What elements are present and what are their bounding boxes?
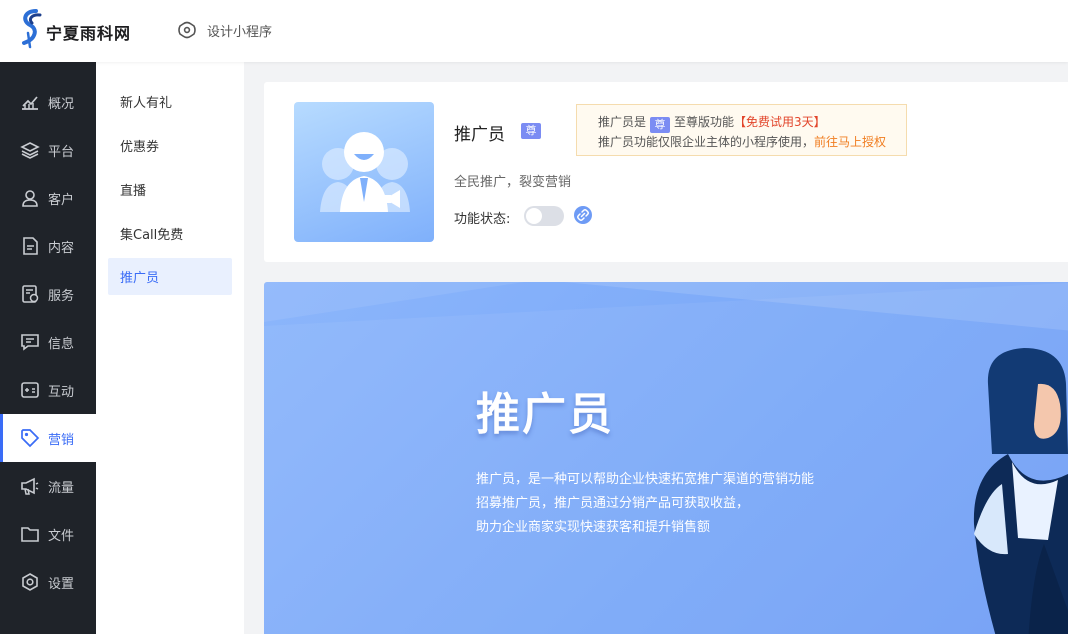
submenu-label: 集Call免费 xyxy=(120,228,184,243)
nav-label: 设置 xyxy=(48,576,75,592)
status-label: 功能状态: xyxy=(454,212,511,227)
feature-status-toggle[interactable] xyxy=(524,206,564,226)
submenu-label: 新人有礼 xyxy=(120,96,173,111)
notice-restriction-text: 推广员功能仅限企业主体的小程序使用， xyxy=(598,135,815,149)
nav-item-marketing[interactable]: 营销 xyxy=(0,414,96,462)
submenu-item-new-user-gift[interactable]: 新人有礼 xyxy=(108,83,232,120)
submenu-label: 推广员 xyxy=(120,271,160,286)
main-nav: 概况 平台 客户 内容 服务 信息 互动 营销 流量 文件 设置 xyxy=(0,62,96,634)
marketing-submenu: 新人有礼 优惠券 直播 集Call免费 推广员 xyxy=(96,62,244,634)
settings-icon xyxy=(22,573,38,591)
submenu-item-promoter[interactable]: 推广员 xyxy=(108,258,232,295)
nav-item-service[interactable]: 服务 xyxy=(0,270,96,318)
logo-icon xyxy=(22,9,42,49)
submenu-label: 优惠券 xyxy=(120,140,160,155)
design-mini-program-button[interactable]: 设计小程序 xyxy=(177,18,272,42)
notice-edition-text: 至尊版功能 xyxy=(674,115,735,129)
nav-label: 内容 xyxy=(48,240,75,256)
notice-premium-badge: 尊 xyxy=(650,117,671,133)
message-icon xyxy=(21,334,39,351)
megaphone-icon xyxy=(21,477,39,495)
submenu-item-collect-call[interactable]: 集Call免费 xyxy=(108,215,232,252)
banner-line-2: 招募推广员，推广员通过分销产品可获取收益， xyxy=(476,496,750,511)
feature-description: 全民推广，裂变营销 xyxy=(454,175,572,190)
businesswoman-illustration xyxy=(973,348,1068,634)
submenu-label: 直播 xyxy=(120,184,147,199)
design-mini-program-label: 设计小程序 xyxy=(207,24,273,40)
nav-item-customers[interactable]: 客户 xyxy=(0,174,96,222)
nav-label: 信息 xyxy=(48,336,75,352)
nav-item-traffic[interactable]: 流量 xyxy=(0,462,96,510)
nav-label: 概况 xyxy=(48,96,75,112)
nav-label: 服务 xyxy=(48,288,75,304)
notice-line-2: 推广员功能仅限企业主体的小程序使用，前往马上授权 xyxy=(598,133,906,151)
banner-background-shapes xyxy=(264,282,1068,634)
nav-label: 流量 xyxy=(48,480,75,496)
notice-line-1: 推广员是尊至尊版功能【免费试用3天】 xyxy=(598,113,906,133)
nav-label: 平台 xyxy=(48,144,75,160)
banner-line-1: 推广员，是一种可以帮助企业快速拓宽推广渠道的营销功能 xyxy=(476,472,815,487)
interaction-icon xyxy=(21,382,39,398)
nav-label: 文件 xyxy=(48,528,75,544)
feature-card: 推广员 尊 全民推广，裂变营销 功能状态: 推广员是尊至尊版功能【免费试用3天】… xyxy=(264,82,1068,262)
promoter-figure-icon xyxy=(320,132,410,212)
premium-notice: 推广员是尊至尊版功能【免费试用3天】 推广员功能仅限企业主体的小程序使用，前往马… xyxy=(576,104,907,156)
nav-item-content[interactable]: 内容 xyxy=(0,222,96,270)
authorize-link[interactable]: 前往马上授权 xyxy=(814,135,886,149)
promoter-banner: 推广员 推广员，是一种可以帮助企业快速拓宽推广渠道的营销功能 招募推广员，推广员… xyxy=(264,282,1068,634)
nav-label: 营销 xyxy=(48,432,75,448)
promoter-illustration xyxy=(294,102,434,242)
nav-label: 互动 xyxy=(48,384,75,400)
nav-item-platform[interactable]: 平台 xyxy=(0,126,96,174)
banner-title: 推广员 xyxy=(476,389,614,440)
logo-text: 宁夏雨科网 xyxy=(46,24,132,43)
submenu-item-coupons[interactable]: 优惠券 xyxy=(108,127,232,164)
folder-icon xyxy=(21,527,39,542)
tag-icon xyxy=(21,429,40,448)
notice-prefix: 推广员是 xyxy=(598,115,647,129)
layers-icon xyxy=(20,142,40,159)
chart-icon xyxy=(22,96,38,110)
submenu-item-live[interactable]: 直播 xyxy=(108,171,232,208)
premium-badge: 尊 xyxy=(521,123,541,139)
top-bar: 宁夏雨科网 设计小程序 xyxy=(0,0,1068,62)
user-icon xyxy=(22,190,38,207)
banner-line-3: 助力企业商家实现快速获客和提升销售额 xyxy=(476,520,711,535)
link-icon[interactable] xyxy=(574,206,592,224)
free-trial-text[interactable]: 【免费试用3天】 xyxy=(734,115,826,129)
nav-item-messages[interactable]: 信息 xyxy=(0,318,96,366)
document-icon xyxy=(23,237,38,255)
mini-program-icon xyxy=(178,21,196,39)
feature-title: 推广员 xyxy=(454,125,505,145)
service-icon xyxy=(22,285,39,303)
nav-item-settings[interactable]: 设置 xyxy=(0,558,96,606)
nav-item-interaction[interactable]: 互动 xyxy=(0,366,96,414)
nav-item-files[interactable]: 文件 xyxy=(0,510,96,558)
chain-link-icon xyxy=(577,209,589,221)
logo[interactable]: 宁夏雨科网 xyxy=(18,9,131,49)
nav-label: 客户 xyxy=(48,192,75,208)
nav-item-overview[interactable]: 概况 xyxy=(0,78,96,126)
